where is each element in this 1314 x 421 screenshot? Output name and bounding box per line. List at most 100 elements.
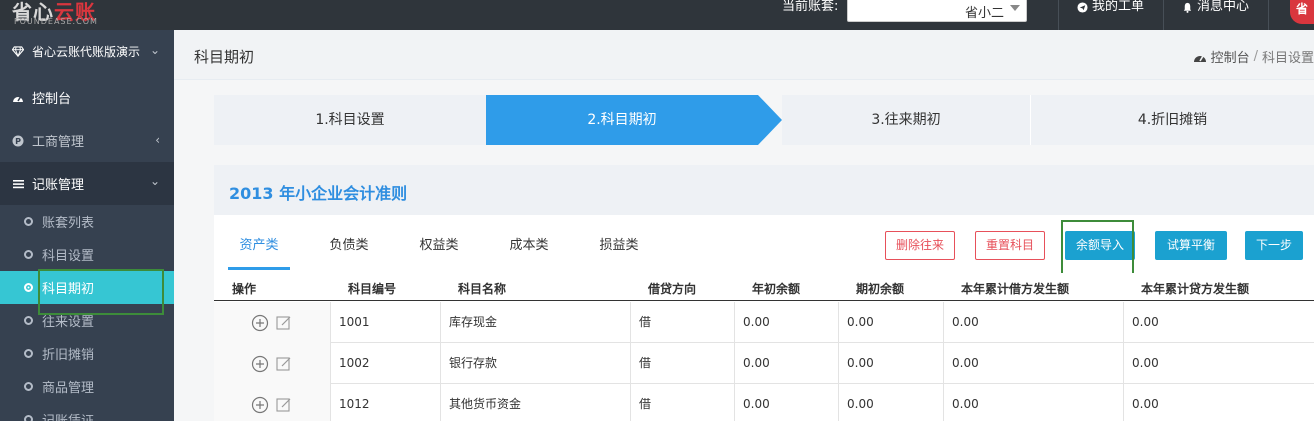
column-header: 期初余额 — [856, 282, 905, 296]
cell-year-start[interactable]: 0.00 — [734, 302, 838, 343]
highlight-box — [38, 269, 164, 315]
bell-icon — [1183, 2, 1192, 13]
row-actions — [214, 343, 330, 384]
brand-logo[interactable]: 省心云账 FOUNDEASE.COM — [8, 0, 128, 30]
cell-direction: 借 — [630, 302, 734, 343]
divider — [1268, 0, 1269, 30]
sidebar-subitem-account-list[interactable]: 账套列表 — [0, 205, 174, 238]
cell-credit-total[interactable]: 0.00 — [1123, 384, 1314, 421]
row-actions — [214, 384, 330, 421]
add-circle-icon[interactable] — [251, 396, 269, 414]
circle-icon — [24, 316, 33, 325]
reset-subjects-button[interactable]: 重置科目 — [975, 231, 1045, 260]
message-center-label: 消息中心 — [1197, 0, 1250, 14]
send-icon — [1077, 1, 1088, 13]
step-subject-settings[interactable]: 1.科目设置 — [214, 95, 486, 145]
tab-profit-loss[interactable]: 损益类 — [588, 232, 650, 270]
sidebar-subitem-label: 折旧摊销 — [42, 348, 95, 363]
sidebar-item-dashboard[interactable]: 控制台 — [0, 76, 174, 119]
chevron-down-icon: ⌄ — [149, 43, 160, 57]
sidebar-item-business[interactable]: P 工商管理 ‹ — [0, 119, 174, 162]
subject-panel: 资产类 负债类 权益类 成本类 损益类 删除往来 重置科目 余额导入 试算平衡 … — [214, 215, 1314, 421]
circle-icon — [24, 217, 33, 226]
cell-year-start[interactable]: 0.00 — [734, 343, 838, 384]
cell-period-start[interactable]: 0.00 — [838, 384, 943, 421]
cell-code: 1012 — [330, 384, 440, 421]
business-icon: P — [12, 135, 24, 147]
edit-icon[interactable] — [275, 355, 293, 373]
circle-icon — [24, 250, 33, 259]
breadcrumb-home[interactable]: 控制台 — [1211, 47, 1250, 66]
diamond-icon — [12, 46, 24, 58]
my-tickets-label: 我的工单 — [1092, 0, 1145, 14]
sidebar-subitem-depreciation[interactable]: 折旧摊销 — [0, 337, 174, 370]
cell-direction: 借 — [630, 343, 734, 384]
my-tickets-link[interactable]: 我的工单 — [1077, 0, 1144, 14]
ruleset-title: 2013 年小企业会计准则 — [229, 184, 408, 203]
account-select-value: 省小二 — [964, 6, 1004, 21]
table-header: 操作 科目编号 科目名称 借贷方向 年初余额 期初余额 本年累计借方发生额 本年… — [214, 273, 1314, 301]
cell-debit-total[interactable]: 0.00 — [943, 302, 1123, 343]
step-contacts-opening[interactable]: 3.往来期初 — [782, 95, 1030, 145]
corner-brand-badge[interactable]: 省 — [1290, 0, 1314, 24]
sidebar-subitem-subject-settings[interactable]: 科目设置 — [0, 238, 174, 271]
top-navbar: 省心云账 FOUNDEASE.COM 当前账套: 省小二 我的工单 消息中心 省 — [0, 0, 1314, 30]
step-subject-opening[interactable]: 2.科目期初 — [486, 95, 758, 145]
cell-debit-total[interactable]: 0.00 — [943, 384, 1123, 421]
tab-liabilities[interactable]: 负债类 — [318, 232, 380, 270]
column-header: 本年累计贷方发生额 — [1141, 282, 1250, 296]
ruleset-panel: 2013 年小企业会计准则 — [214, 165, 1314, 215]
sidebar-item-label: 工商管理 — [32, 135, 85, 150]
sidebar-item-bookkeeping[interactable]: 记账管理 ⌄ — [0, 162, 174, 205]
add-circle-icon[interactable] — [251, 314, 269, 332]
cell-code: 1002 — [330, 343, 440, 384]
table-row: 1012 其他货币资金 借 0.00 0.00 0.00 0.00 — [214, 384, 1314, 421]
sidebar-subitem-vouchers[interactable]: 记账凭证 — [0, 403, 174, 421]
dashboard-icon — [12, 92, 24, 104]
cell-credit-total[interactable]: 0.00 — [1123, 343, 1314, 384]
step-label: 3.往来期初 — [871, 112, 941, 128]
sidebar-org-name: 省心云账代账版演示 — [32, 45, 141, 59]
tab-assets[interactable]: 资产类 — [228, 232, 290, 270]
chevron-down-icon — [1010, 5, 1020, 11]
row-actions — [214, 302, 330, 343]
breadcrumb-separator: / — [1253, 49, 1258, 64]
brand-logo-subtitle: FOUNDEASE.COM — [14, 17, 98, 26]
chevron-down-icon: ⌄ — [149, 174, 160, 188]
account-select[interactable]: 省小二 — [847, 0, 1027, 22]
cell-year-start[interactable]: 0.00 — [734, 384, 838, 421]
dashboard-icon — [1193, 55, 1206, 62]
main-content: 科目期初 控制台 / 科目设置 1.科目设置 2.科目期初 3.往来期初 4.折… — [174, 30, 1314, 421]
divider — [1058, 0, 1059, 30]
edit-icon[interactable] — [275, 396, 293, 414]
cell-credit-total[interactable]: 0.00 — [1123, 302, 1314, 343]
next-step-button[interactable]: 下一步 — [1245, 231, 1303, 260]
tab-cost[interactable]: 成本类 — [498, 232, 560, 270]
add-circle-icon[interactable] — [251, 355, 269, 373]
sidebar-subitem-label: 商品管理 — [42, 381, 95, 396]
tab-equity[interactable]: 权益类 — [408, 232, 470, 270]
cell-period-start[interactable]: 0.00 — [838, 302, 943, 343]
edit-icon[interactable] — [275, 314, 293, 332]
sidebar-subitem-goods[interactable]: 商品管理 — [0, 370, 174, 403]
trial-balance-button[interactable]: 试算平衡 — [1155, 231, 1227, 260]
table-row: 1002 银行存款 借 0.00 0.00 0.00 0.00 — [214, 343, 1314, 384]
sidebar-org-switcher[interactable]: 省心云账代账版演示 ⌄ — [0, 30, 174, 73]
breadcrumb-current: 科目设置 — [1261, 51, 1314, 66]
sidebar-subitem-label: 记账凭证 — [42, 410, 94, 421]
cell-code: 1001 — [330, 302, 440, 343]
cell-name: 银行存款 — [440, 343, 630, 384]
account-label: 当前账套: — [782, 0, 839, 14]
sidebar-item-label: 记账管理 — [32, 178, 85, 193]
message-center-link[interactable]: 消息中心 — [1182, 0, 1249, 14]
circle-icon — [24, 415, 33, 421]
chevron-left-icon: ‹ — [155, 133, 160, 147]
column-header: 操作 — [232, 282, 257, 296]
step-depreciation[interactable]: 4.折旧摊销 — [1031, 95, 1314, 145]
column-header: 本年累计借方发生额 — [961, 282, 1070, 296]
cell-name: 库存现金 — [440, 302, 630, 343]
delete-contacts-button[interactable]: 删除往来 — [885, 231, 955, 260]
cell-period-start[interactable]: 0.00 — [838, 343, 943, 384]
circle-icon — [24, 349, 33, 358]
cell-debit-total[interactable]: 0.00 — [943, 343, 1123, 384]
